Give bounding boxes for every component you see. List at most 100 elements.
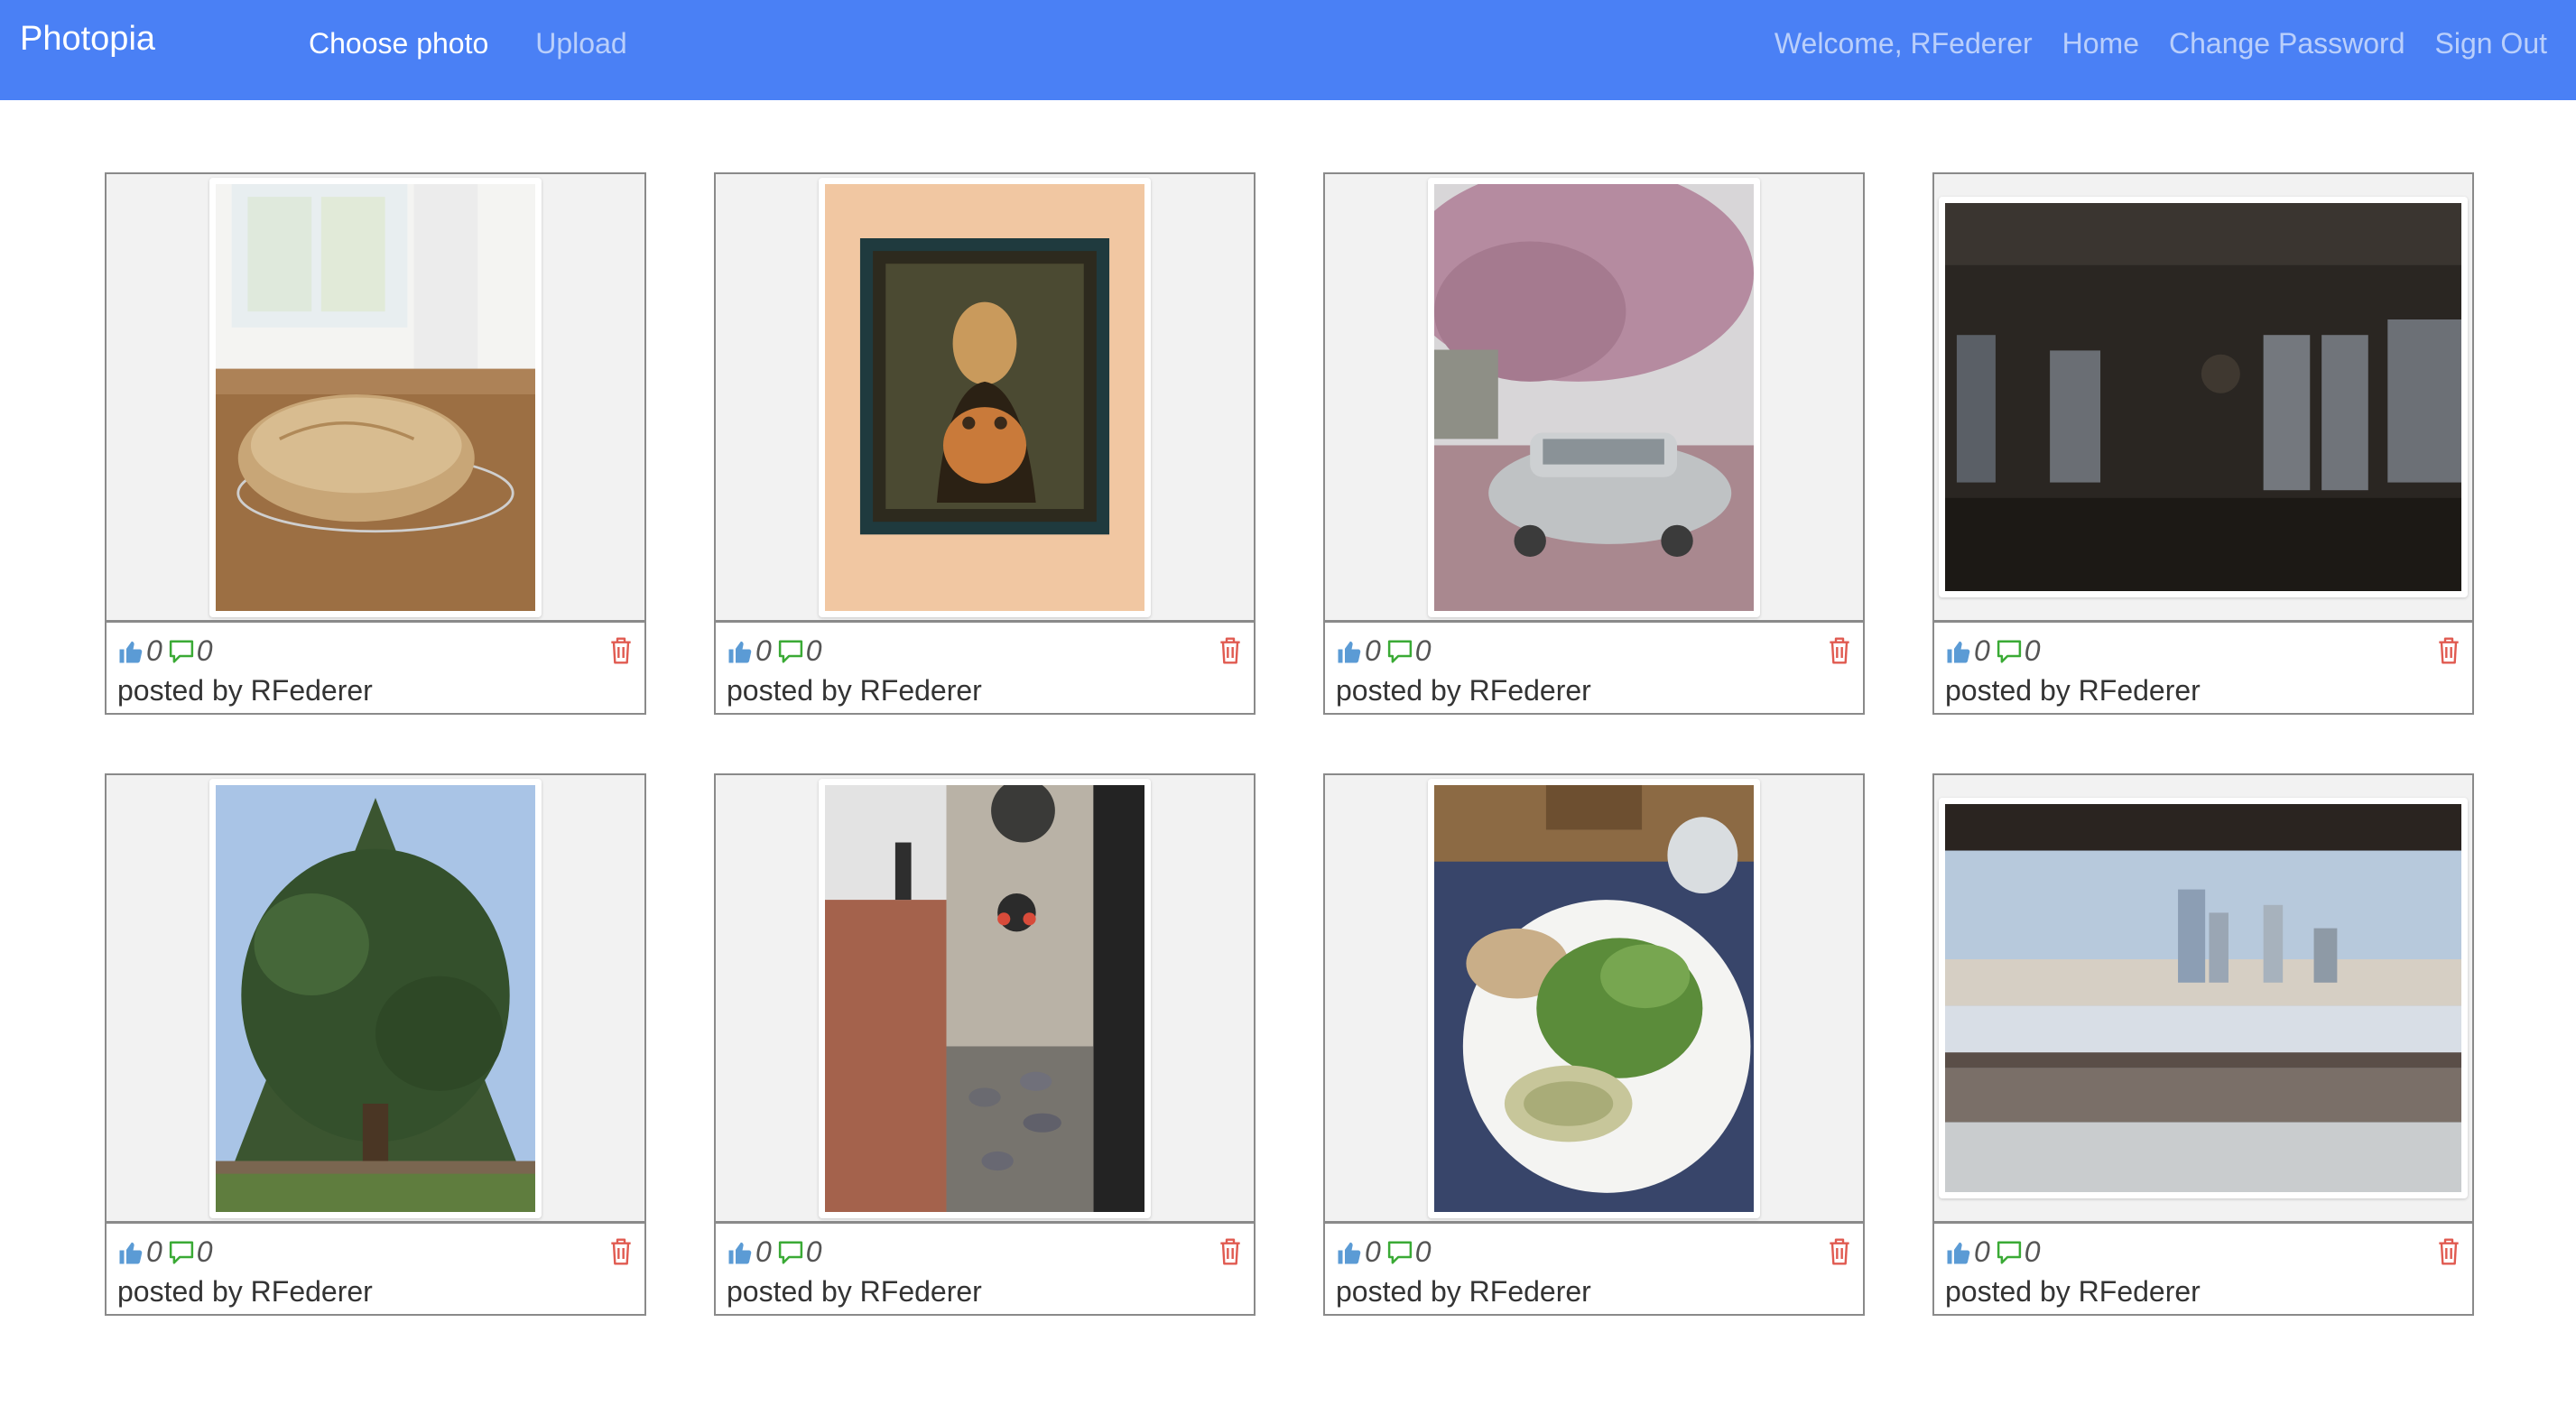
thumbs-up-icon[interactable] bbox=[117, 1239, 144, 1266]
card-info: 0 0 posted by RFederer bbox=[1325, 625, 1863, 713]
comment-count: 0 bbox=[805, 634, 822, 667]
card-info: 0 0 posted by RFederer bbox=[1934, 1226, 2472, 1314]
like-count: 0 bbox=[1974, 634, 1990, 667]
thumbs-up-icon[interactable] bbox=[727, 1239, 754, 1266]
comment-count: 0 bbox=[1414, 634, 1432, 667]
comment-icon[interactable] bbox=[168, 1239, 195, 1266]
posted-by: posted by RFederer bbox=[727, 674, 982, 707]
like-count: 0 bbox=[146, 1235, 162, 1268]
stats-row: 0 0 bbox=[1945, 1235, 2046, 1269]
comment-icon[interactable] bbox=[1996, 1239, 2023, 1266]
photo-media bbox=[107, 775, 644, 1224]
trash-icon[interactable] bbox=[608, 1237, 634, 1266]
thumbs-up-icon[interactable] bbox=[117, 638, 144, 665]
comment-icon[interactable] bbox=[1386, 638, 1413, 665]
photo-pigeons[interactable] bbox=[825, 784, 1144, 1212]
photo-media bbox=[1325, 775, 1863, 1224]
stats-row: 0 0 bbox=[1336, 634, 1437, 668]
thumbs-up-icon[interactable] bbox=[1336, 638, 1363, 665]
photo-media bbox=[1325, 174, 1863, 623]
comment-count: 0 bbox=[196, 1235, 213, 1268]
photo-frame bbox=[1939, 197, 2468, 597]
posted-by: posted by RFederer bbox=[1945, 674, 2201, 707]
nav-home-link[interactable]: Home bbox=[2062, 27, 2139, 60]
comment-count: 0 bbox=[2024, 1235, 2041, 1268]
comment-count: 0 bbox=[1414, 1235, 1432, 1268]
photo-grid: 0 0 posted by RFederer 0 0 posted by RFe… bbox=[105, 172, 2474, 1316]
photo-frame bbox=[1428, 177, 1760, 617]
posted-by: posted by RFederer bbox=[727, 1275, 982, 1308]
trash-icon[interactable] bbox=[1218, 1237, 1243, 1266]
trash-icon[interactable] bbox=[2436, 1237, 2461, 1266]
trash-icon[interactable] bbox=[1218, 636, 1243, 665]
posted-by: posted by RFederer bbox=[1945, 1275, 2201, 1308]
stats-row: 0 0 bbox=[117, 1235, 218, 1269]
photo-card: 0 0 posted by RFederer bbox=[1932, 773, 2474, 1316]
card-info: 0 0 posted by RFederer bbox=[107, 1226, 644, 1314]
like-count: 0 bbox=[1365, 1235, 1381, 1268]
comment-icon[interactable] bbox=[168, 638, 195, 665]
nav-sign-out-link[interactable]: Sign Out bbox=[2434, 27, 2547, 60]
like-count: 0 bbox=[1365, 634, 1381, 667]
stats-row: 0 0 bbox=[117, 634, 218, 668]
card-info: 0 0 posted by RFederer bbox=[716, 1226, 1254, 1314]
comment-count: 0 bbox=[2024, 634, 2041, 667]
stats-row: 0 0 bbox=[1336, 1235, 1437, 1269]
posted-by: posted by RFederer bbox=[117, 1275, 373, 1308]
photo-painting[interactable] bbox=[825, 183, 1144, 611]
nav-choose-photo-link[interactable]: Choose photo bbox=[309, 27, 488, 60]
photo-card: 0 0 posted by RFederer bbox=[714, 172, 1256, 715]
card-info: 0 0 posted by RFederer bbox=[107, 625, 644, 713]
photo-frame bbox=[209, 177, 542, 617]
thumbs-up-icon[interactable] bbox=[1336, 1239, 1363, 1266]
photo-car-blossoms[interactable] bbox=[1434, 183, 1754, 611]
thumbs-up-icon[interactable] bbox=[727, 638, 754, 665]
posted-by: posted by RFederer bbox=[1336, 1275, 1591, 1308]
thumbs-up-icon[interactable] bbox=[1945, 638, 1972, 665]
thumbs-up-icon[interactable] bbox=[1945, 1239, 1972, 1266]
like-count: 0 bbox=[1974, 1235, 1990, 1268]
card-info: 0 0 posted by RFederer bbox=[716, 625, 1254, 713]
photo-card: 0 0 posted by RFederer bbox=[1932, 172, 2474, 715]
nav-right: Welcome, RFederer Home Change Password S… bbox=[1745, 27, 2547, 60]
posted-by: posted by RFederer bbox=[117, 674, 373, 707]
like-count: 0 bbox=[755, 634, 772, 667]
trash-icon[interactable] bbox=[608, 636, 634, 665]
photo-card: 0 0 posted by RFederer bbox=[1323, 773, 1865, 1316]
photo-card: 0 0 posted by RFederer bbox=[714, 773, 1256, 1316]
photo-bread[interactable] bbox=[216, 183, 535, 611]
comment-count: 0 bbox=[196, 634, 213, 667]
comment-count: 0 bbox=[805, 1235, 822, 1268]
photo-media bbox=[716, 775, 1254, 1224]
navbar: Photopia Choose photo Upload Welcome, RF… bbox=[0, 0, 2576, 100]
photo-card: 0 0 posted by RFederer bbox=[105, 172, 646, 715]
photo-media bbox=[107, 174, 644, 623]
brand-logo[interactable]: Photopia bbox=[20, 20, 155, 59]
photo-card: 0 0 posted by RFederer bbox=[1323, 172, 1865, 715]
photo-night-windows[interactable] bbox=[1945, 203, 2461, 591]
photo-frame bbox=[819, 177, 1151, 617]
nav-upload-link[interactable]: Upload bbox=[535, 27, 626, 60]
photo-media bbox=[1934, 174, 2472, 623]
card-info: 0 0 posted by RFederer bbox=[1934, 625, 2472, 713]
comment-icon[interactable] bbox=[777, 638, 804, 665]
card-info: 0 0 posted by RFederer bbox=[1325, 1226, 1863, 1314]
photo-media bbox=[1934, 775, 2472, 1224]
photo-salad[interactable] bbox=[1434, 784, 1754, 1212]
trash-icon[interactable] bbox=[1827, 1237, 1852, 1266]
trash-icon[interactable] bbox=[1827, 636, 1852, 665]
photo-frame bbox=[1939, 798, 2468, 1198]
comment-icon[interactable] bbox=[777, 1239, 804, 1266]
nav-change-password-link[interactable]: Change Password bbox=[2169, 27, 2405, 60]
comment-icon[interactable] bbox=[1386, 1239, 1413, 1266]
stats-row: 0 0 bbox=[1945, 634, 2046, 668]
photo-media bbox=[716, 174, 1254, 623]
comment-icon[interactable] bbox=[1996, 638, 2023, 665]
like-count: 0 bbox=[146, 634, 162, 667]
trash-icon[interactable] bbox=[2436, 636, 2461, 665]
photo-skyline[interactable] bbox=[1945, 804, 2461, 1192]
photo-frame bbox=[209, 778, 542, 1218]
photo-tree[interactable] bbox=[216, 784, 535, 1212]
posted-by: posted by RFederer bbox=[1336, 674, 1591, 707]
stats-row: 0 0 bbox=[727, 634, 828, 668]
